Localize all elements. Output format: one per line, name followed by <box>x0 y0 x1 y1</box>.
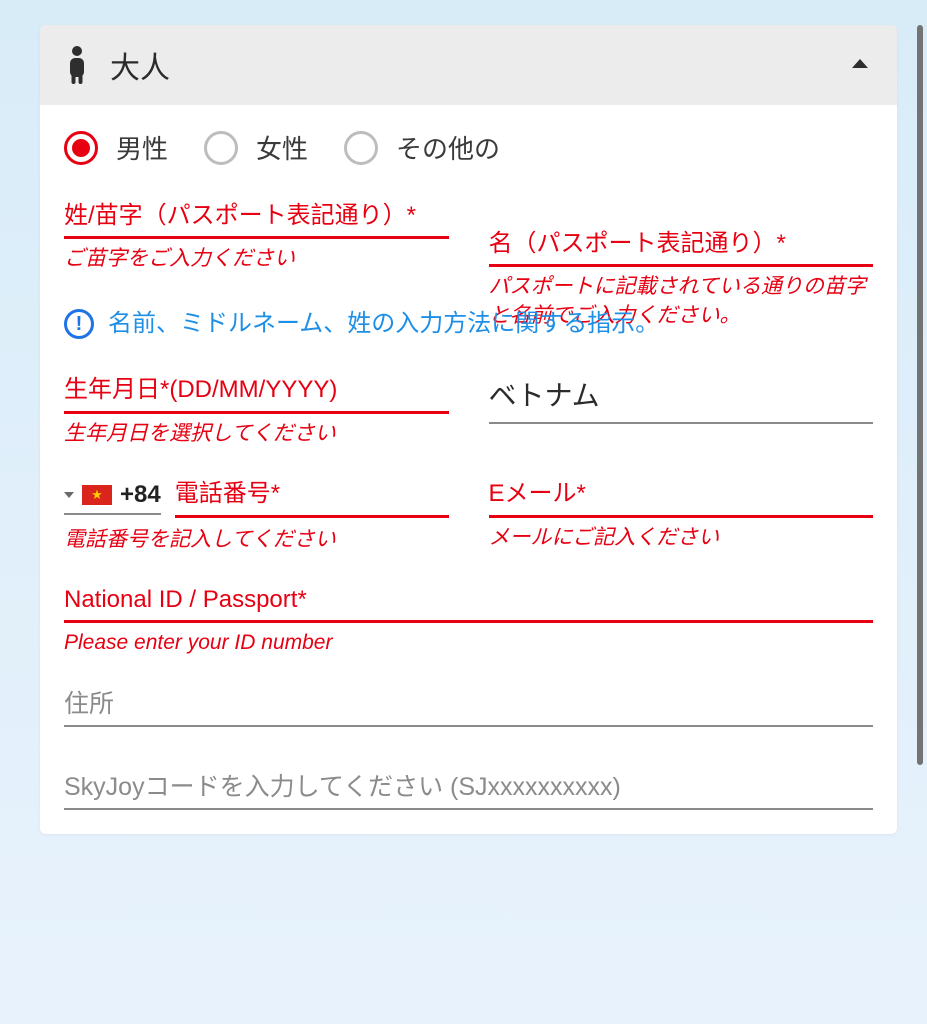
radio-other[interactable]: その他の <box>344 129 500 166</box>
section-title: 大人 <box>110 43 170 87</box>
nationality-value: ベトナム <box>489 374 874 420</box>
email-field[interactable]: Eメール* メールにご記入ください <box>489 478 874 552</box>
skyjoy-field-wrap <box>64 767 873 810</box>
field-label: 電話番号* <box>175 478 449 512</box>
radio-icon <box>204 131 238 165</box>
chevron-down-icon <box>64 492 74 498</box>
dob-field[interactable]: 生年月日*(DD/MM/YYYY) 生年月日を選択してください <box>64 374 449 448</box>
field-label: 姓/苗字（パスポート表記通り）* <box>64 200 449 234</box>
flag-vietnam-icon: ★ <box>82 485 112 505</box>
radio-icon <box>64 131 98 165</box>
radio-icon <box>344 131 378 165</box>
id-passport-field[interactable]: National ID / Passport* Please enter you… <box>64 584 873 658</box>
radio-label: 女性 <box>256 129 308 166</box>
field-label: 生年月日*(DD/MM/YYYY) <box>64 374 449 408</box>
field-hint: Please enter your ID number <box>64 629 873 657</box>
section-header[interactable]: 大人 <box>40 25 897 105</box>
phone-country-selector[interactable]: ★ +84 <box>64 481 161 515</box>
field-label: 名（パスポート表記通り）* <box>489 228 874 262</box>
address-field-wrap <box>64 684 873 727</box>
skyjoy-input[interactable] <box>64 767 873 810</box>
field-label: Eメール* <box>489 478 874 512</box>
radio-label: その他の <box>396 129 500 166</box>
phone-code: +84 <box>120 481 161 509</box>
info-text: 名前、ミドルネーム、姓の入力方法に関する指示。 <box>108 308 659 340</box>
radio-label: 男性 <box>116 129 168 166</box>
name-info-row[interactable]: ! 名前、ミドルネーム、姓の入力方法に関する指示。 <box>64 308 873 340</box>
collapse-icon[interactable] <box>851 56 869 74</box>
field-hint: メールにご記入ください <box>489 524 874 552</box>
radio-male[interactable]: 男性 <box>64 129 168 166</box>
address-input[interactable] <box>64 684 873 727</box>
field-hint: ご苗字をご入力ください <box>64 245 449 273</box>
field-label: National ID / Passport* <box>64 584 873 618</box>
field-hint: 生年月日を選択してください <box>64 420 449 448</box>
passenger-card: 大人 男性 女性 その他の 姓/苗字（パスポート表記通り）* <box>40 25 897 834</box>
phone-number-field[interactable]: 電話番号* <box>175 478 449 517</box>
field-hint: 電話番号を記入してください <box>64 526 449 554</box>
phone-field-wrap: ★ +84 電話番号* 電話番号を記入してください <box>64 478 449 558</box>
person-icon <box>64 45 90 85</box>
gender-radio-group: 男性 女性 その他の <box>64 129 873 166</box>
scrollbar[interactable] <box>917 25 923 765</box>
radio-female[interactable]: 女性 <box>204 129 308 166</box>
info-icon: ! <box>64 309 94 339</box>
nationality-field[interactable]: ベトナム <box>489 374 874 448</box>
form-content: 男性 女性 その他の 姓/苗字（パスポート表記通り）* ご苗字をご入力ください … <box>40 105 897 834</box>
